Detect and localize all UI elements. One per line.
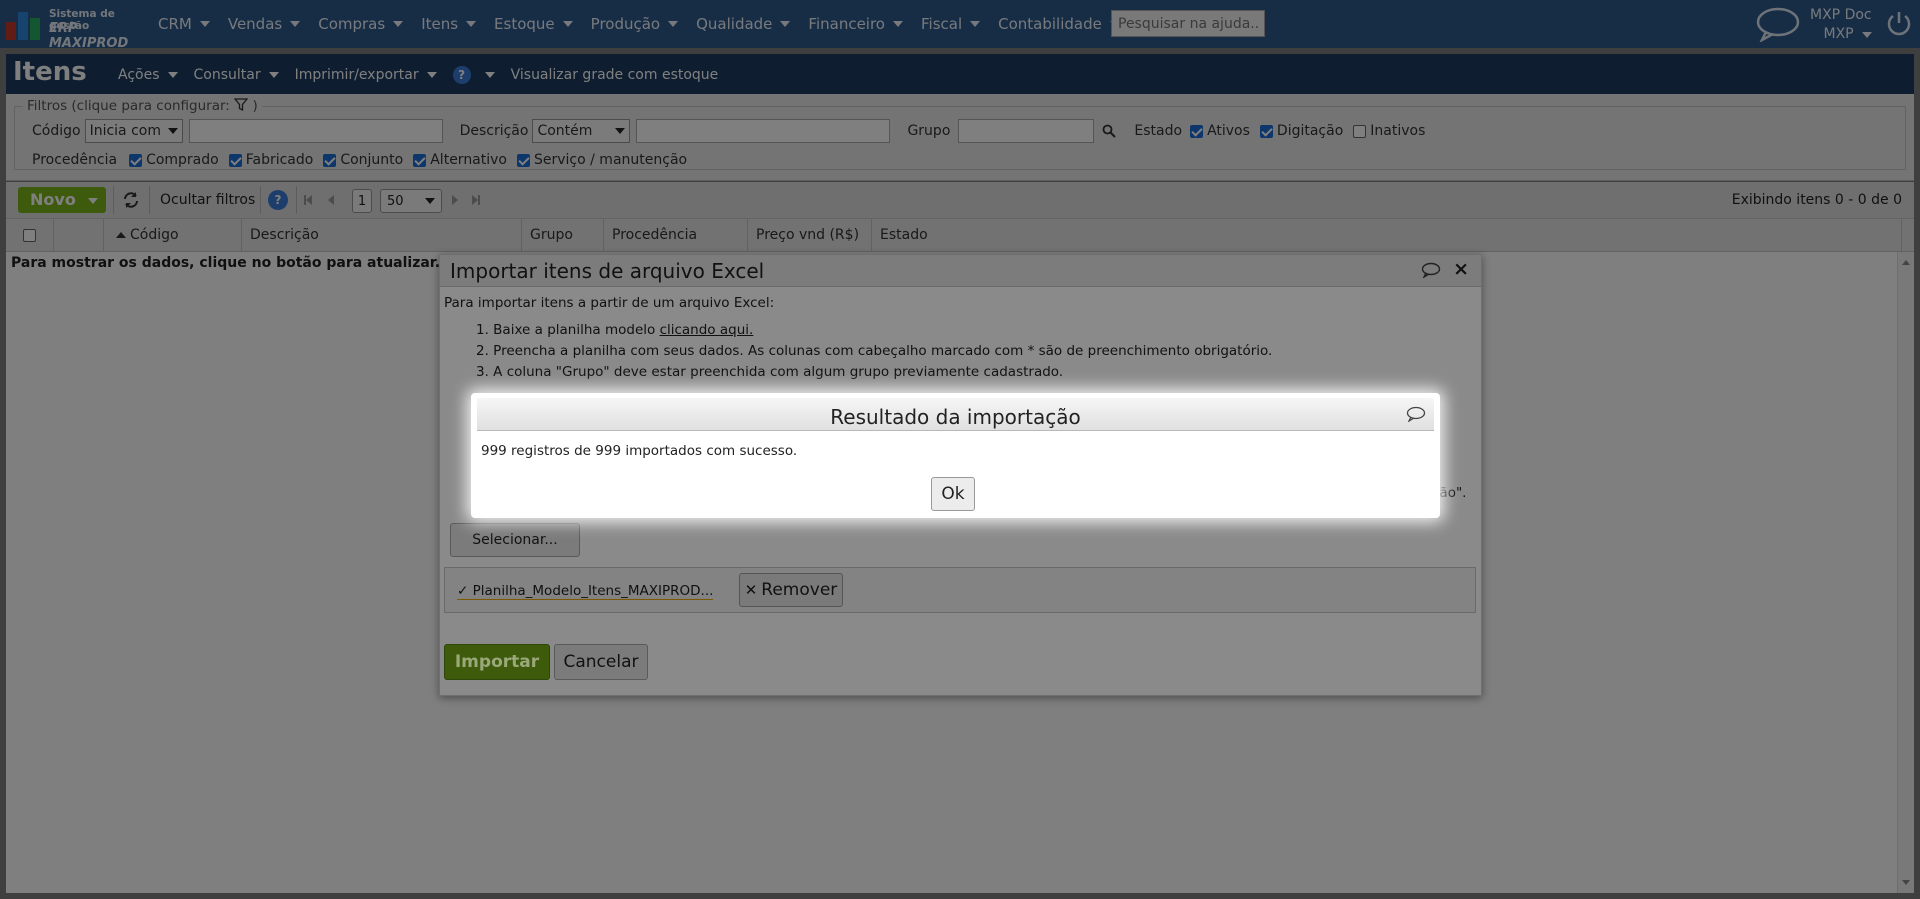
close-icon[interactable]: × bbox=[1453, 258, 1469, 280]
chat-icon[interactable] bbox=[1406, 406, 1426, 422]
ok-button[interactable]: Ok bbox=[931, 477, 975, 511]
result-dialog-title: Resultado da importação bbox=[830, 405, 1081, 429]
import-result-dialog: Resultado da importação 999 registros de… bbox=[471, 393, 1440, 518]
remove-label: Remover bbox=[761, 580, 838, 600]
import-step-1: 1. Baixe a planilha modelo clicando aqui… bbox=[476, 322, 753, 338]
cancel-button[interactable]: Cancelar bbox=[554, 644, 648, 680]
import-step-2: 2. Preencha a planilha com seus dados. A… bbox=[476, 343, 1273, 359]
result-message: 999 registros de 999 importados com suce… bbox=[481, 443, 798, 459]
file-name: Planilha_Modelo_Itens_MAXIPROD... bbox=[472, 583, 714, 599]
result-dialog-titlebar: Resultado da importação bbox=[477, 398, 1434, 431]
chat-icon[interactable] bbox=[1421, 262, 1441, 278]
import-step-3: 3. A coluna "Grupo" deve estar preenchid… bbox=[476, 364, 1064, 380]
remove-file-button[interactable]: ✕ Remover bbox=[739, 573, 843, 607]
import-dialog-title: Importar itens de arquivo Excel bbox=[450, 259, 765, 283]
remove-icon: ✕ bbox=[744, 581, 758, 599]
step-1-text: 1. Baixe a planilha modelo bbox=[476, 322, 660, 338]
import-intro: Para importar itens a partir de um arqui… bbox=[444, 295, 775, 311]
check-icon: ✓ bbox=[457, 583, 473, 599]
import-button[interactable]: Importar bbox=[444, 644, 550, 680]
import-dialog-titlebar: Importar itens de arquivo Excel × bbox=[440, 255, 1481, 287]
download-template-link[interactable]: clicando aqui. bbox=[660, 322, 754, 338]
selected-file: ✓ Planilha_Modelo_Itens_MAXIPROD... bbox=[457, 583, 714, 600]
selected-file-box: ✓ Planilha_Modelo_Itens_MAXIPROD... ✕ Rem… bbox=[444, 567, 1476, 613]
select-file-button[interactable]: Selecionar... bbox=[450, 523, 580, 557]
